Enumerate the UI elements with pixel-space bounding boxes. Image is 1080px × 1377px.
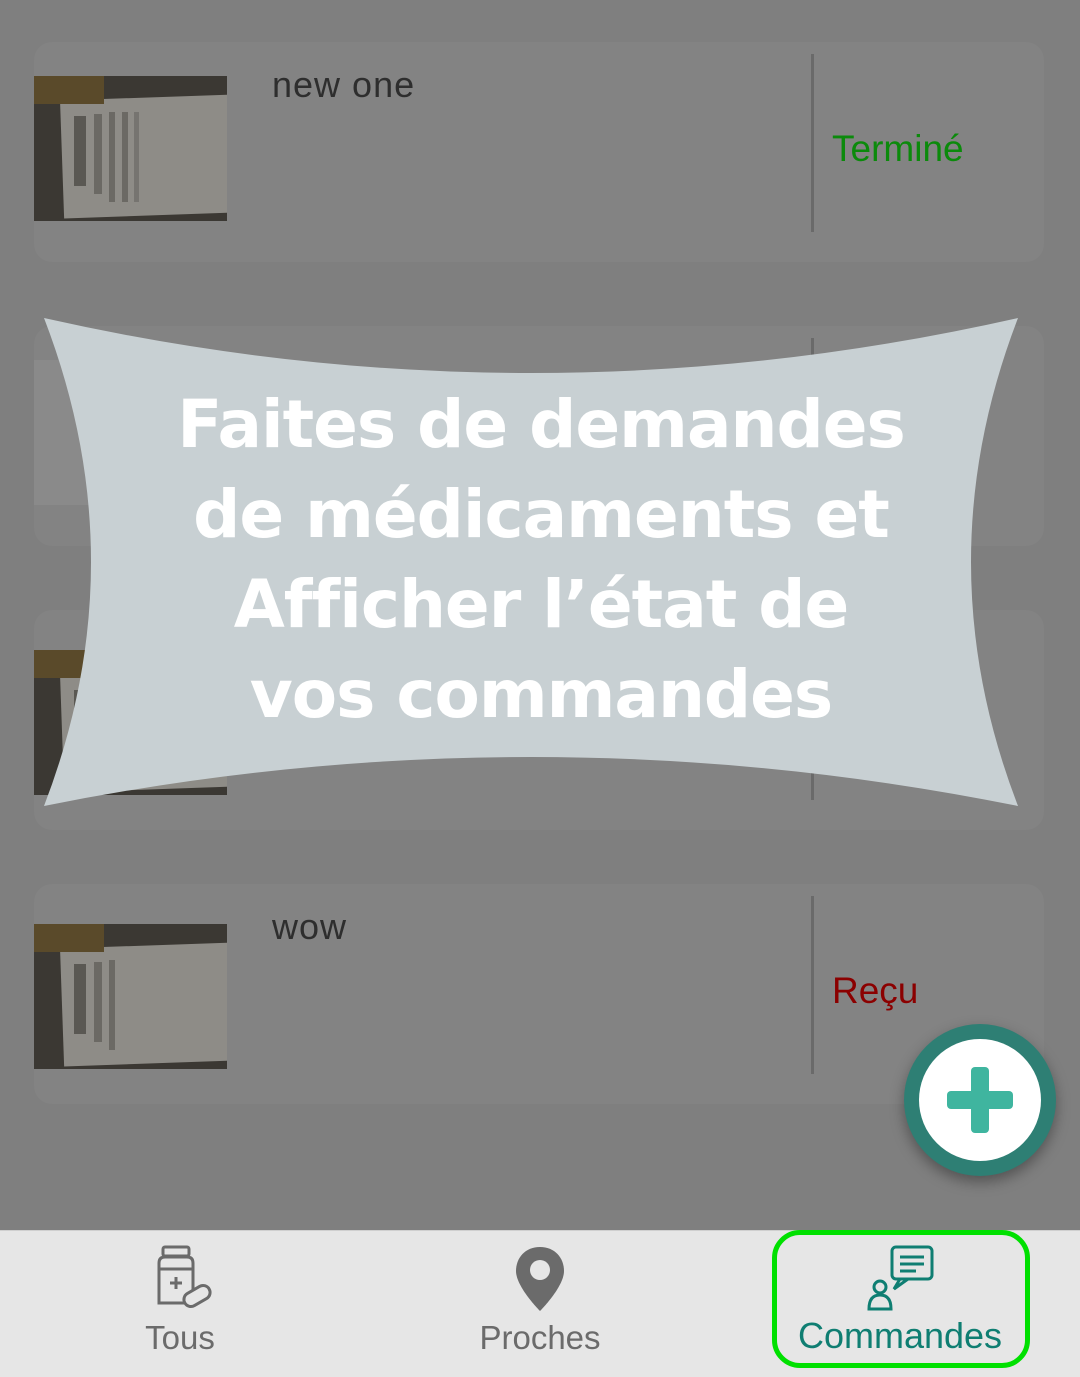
plus-icon xyxy=(947,1067,1013,1133)
add-order-button[interactable] xyxy=(904,1024,1056,1176)
nav-item-tous[interactable]: Tous xyxy=(0,1231,360,1377)
prescription-thumbnail xyxy=(34,76,227,221)
orders-chat-icon xyxy=(720,1243,1080,1315)
nav-item-commandes[interactable]: Commandes xyxy=(720,1231,1080,1377)
order-status: Terminé xyxy=(832,128,964,169)
medicine-bottle-icon xyxy=(0,1243,360,1315)
order-card[interactable]: wow Reçu xyxy=(34,884,1044,1104)
nav-label: Tous xyxy=(145,1319,215,1356)
onboarding-banner: Faites de demandes de médicaments et Aff… xyxy=(44,318,1018,806)
bottom-navigation: Tous Proches Commandes xyxy=(0,1230,1080,1377)
prescription-thumbnail xyxy=(34,924,227,1069)
order-title: wow xyxy=(272,906,348,947)
order-card[interactable]: new one Terminé xyxy=(34,42,1044,262)
card-divider xyxy=(811,896,814,1074)
order-title: new one xyxy=(272,64,416,105)
order-status: Reçu xyxy=(832,970,919,1011)
banner-text: Faites de demandes de médicaments et Aff… xyxy=(177,386,906,733)
nav-label: Proches xyxy=(479,1319,601,1356)
card-divider xyxy=(811,54,814,232)
nav-item-proches[interactable]: Proches xyxy=(360,1231,720,1377)
nav-label: Commandes xyxy=(797,1315,1003,1356)
location-pin-icon xyxy=(360,1243,720,1315)
fab-inner xyxy=(919,1039,1041,1161)
